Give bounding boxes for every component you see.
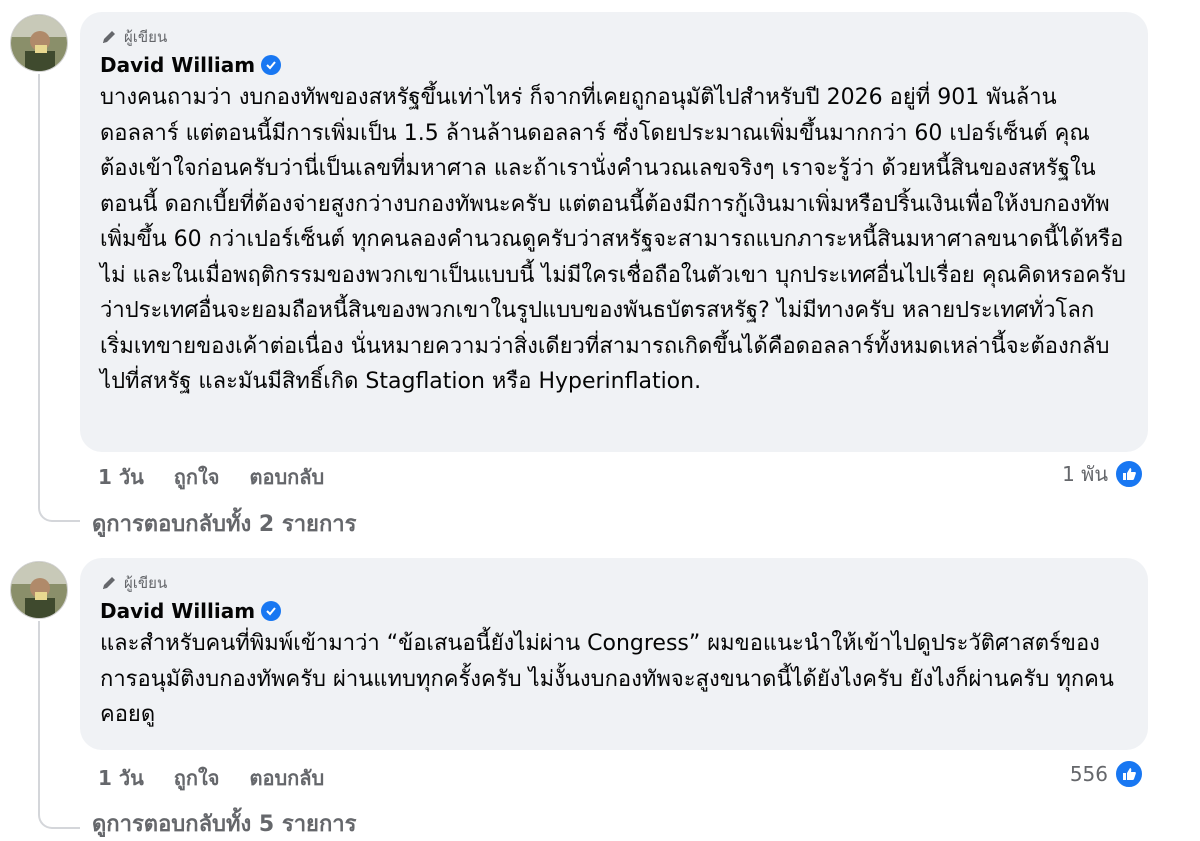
comment: ผู้เขียน David William และสำหรับคนที่พิม…: [0, 548, 1200, 841]
author-badge: ผู้เขียน: [100, 26, 1128, 48]
author-name[interactable]: David William: [100, 53, 255, 77]
thread-connector: [38, 502, 80, 522]
thread-line: [38, 74, 40, 504]
comment-timestamp[interactable]: 1 วัน: [98, 461, 144, 493]
author-badge-label: ผู้เขียน: [124, 574, 168, 592]
reaction-summary[interactable]: 1 พัน: [1062, 458, 1144, 490]
thread-line: [38, 621, 40, 811]
like-button[interactable]: ถูกใจ: [174, 762, 220, 794]
avatar[interactable]: [10, 561, 68, 619]
verified-badge-icon: [261, 601, 282, 621]
like-button[interactable]: ถูกใจ: [174, 461, 220, 493]
comment: ผู้เขียน David William บางคนถามว่า งบกอง…: [0, 0, 1200, 545]
author-badge-label: ผู้เขียน: [124, 28, 168, 46]
view-replies-link[interactable]: ดูการตอบกลับทั้ง 5 รายการ: [92, 806, 356, 841]
comment-actions: 1 วัน ถูกใจ ตอบกลับ: [98, 461, 324, 493]
avatar[interactable]: [10, 14, 68, 72]
comment-text: และสำหรับคนที่พิมพ์เข้ามาว่า “ข้อเสนอนี้…: [100, 631, 1114, 727]
comment-bubble: ผู้เขียน David William และสำหรับคนที่พิม…: [80, 558, 1148, 750]
comment-bubble: ผู้เขียน David William บางคนถามว่า งบกอง…: [80, 12, 1148, 452]
reaction-summary[interactable]: 556: [1070, 759, 1144, 789]
reaction-count: 1 พัน: [1062, 462, 1108, 486]
author-badge: ผู้เขียน: [100, 572, 1128, 594]
reply-button[interactable]: ตอบกลับ: [249, 461, 324, 493]
view-replies-link[interactable]: ดูการตอบกลับทั้ง 2 รายการ: [92, 506, 356, 541]
author-name[interactable]: David William: [100, 599, 255, 623]
thread-connector: [38, 809, 80, 829]
comment-actions: 1 วัน ถูกใจ ตอบกลับ: [98, 762, 324, 794]
reply-button[interactable]: ตอบกลับ: [249, 762, 324, 794]
reaction-count: 556: [1069, 762, 1108, 786]
comment-timestamp[interactable]: 1 วัน: [98, 762, 144, 794]
thumbs-up-icon: [1114, 759, 1144, 789]
verified-badge-icon: [261, 55, 282, 75]
thumbs-up-icon: [1114, 459, 1144, 489]
pencil-icon: [103, 577, 115, 589]
comment-text: บางคนถามว่า งบกองทัพของสหรัฐขึ้นเท่าไหร่…: [100, 85, 1126, 394]
pencil-icon: [103, 31, 115, 43]
